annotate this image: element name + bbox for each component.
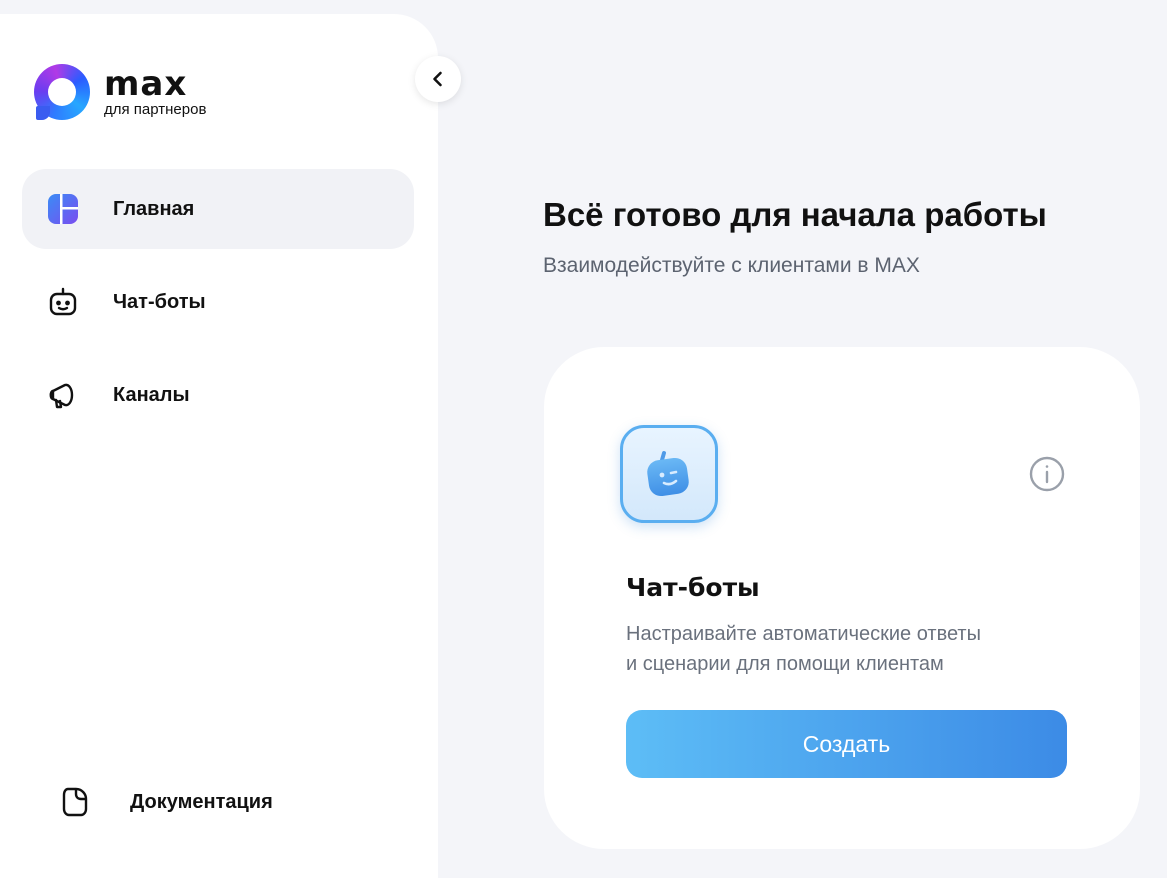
- logo[interactable]: MAX для партнеров: [34, 64, 206, 120]
- documentation-label: Документация: [130, 790, 273, 813]
- info-icon[interactable]: [1028, 455, 1066, 493]
- chatbots-card: Чат-боты Настраивайте автоматические отв…: [544, 347, 1140, 849]
- sidebar-item-label: Главная: [113, 197, 195, 220]
- sidebar-item-documentation[interactable]: Документация: [60, 786, 273, 818]
- collapse-sidebar-button[interactable]: [415, 56, 461, 102]
- logo-icon: [34, 64, 90, 120]
- sidebar-item-label: Каналы: [113, 383, 190, 406]
- chevron-left-icon: [428, 69, 448, 89]
- sidebar-item-label: Чат-боты: [113, 290, 206, 313]
- card-description: Настраивайте автоматические ответы и сце…: [626, 619, 1066, 679]
- bot-icon: [43, 282, 83, 322]
- sidebar: MAX для партнеров Главная: [0, 14, 438, 878]
- page-title: Всё готово для начала работы: [543, 196, 1047, 233]
- brand-name: MAX: [104, 64, 188, 104]
- sidebar-item-channels[interactable]: Каналы: [22, 355, 414, 435]
- dashboard-icon: [43, 189, 83, 229]
- sidebar-item-home[interactable]: Главная: [22, 169, 414, 249]
- card-description-line: и сценарии для помощи клиентам: [626, 653, 944, 675]
- page-subtitle: Взаимодействуйте с клиентами в MAX: [543, 254, 920, 277]
- card-description-line: Настраивайте автоматические ответы: [626, 623, 981, 645]
- bot-tile-icon: [620, 425, 718, 523]
- document-icon: [60, 786, 90, 818]
- create-button[interactable]: Создать: [626, 710, 1067, 778]
- brand-subtitle: для партнеров: [104, 101, 207, 118]
- megaphone-icon: [43, 375, 83, 415]
- logo-text: MAX для партнеров: [104, 67, 206, 117]
- sidebar-item-chatbots[interactable]: Чат-боты: [22, 262, 414, 342]
- card-title: Чат-боты: [626, 573, 760, 602]
